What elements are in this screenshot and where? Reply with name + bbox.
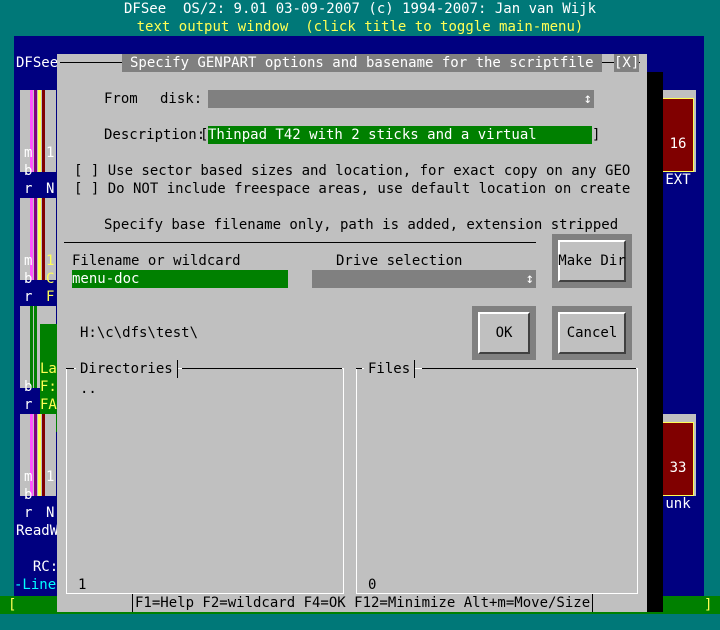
description-label: Description: bbox=[104, 127, 206, 143]
command-line-close-bracket: ] bbox=[704, 597, 713, 613]
partition-box-unk-inner: 33 unk bbox=[662, 422, 694, 512]
filename-input[interactable]: menu-doc bbox=[72, 270, 288, 288]
drive-select[interactable]: H: HDATA HPFS ↕ bbox=[312, 270, 536, 305]
make-dir-button[interactable]: Make Dir bbox=[552, 234, 632, 288]
drive-selection-label: Drive selection bbox=[336, 253, 463, 269]
line-label: -Line bbox=[14, 577, 57, 593]
ok-button-label: OK bbox=[478, 312, 530, 354]
separator-line bbox=[64, 242, 536, 243]
dialog-title[interactable]: Specify GENPART options and basename for… bbox=[122, 54, 602, 72]
output-label: DFSee bbox=[16, 55, 59, 71]
app-title[interactable]: DFSee OS/2: 9.01 03-09-2007 (c) 1994-200… bbox=[0, 0, 720, 18]
spinner-icon[interactable]: ↕ bbox=[526, 270, 534, 288]
files-label: Files bbox=[364, 360, 416, 378]
ok-button[interactable]: OK bbox=[472, 306, 536, 360]
directory-item[interactable]: .. bbox=[80, 380, 97, 398]
disk-label: disk: bbox=[160, 91, 203, 107]
basename-hint: Specify base filename only, path is adde… bbox=[104, 217, 619, 233]
spinner-icon[interactable]: ↕ bbox=[584, 90, 592, 108]
directories-count: 1 bbox=[78, 577, 87, 593]
description-close-bracket: ] bbox=[592, 127, 601, 143]
readw-label: ReadW bbox=[16, 523, 59, 539]
partition-box-ext-inner: 16 EXT bbox=[662, 98, 694, 188]
sector-based-checkbox[interactable]: [ ] Use sector based sizes and location,… bbox=[74, 162, 630, 180]
current-path: H:\c\dfs\test\ bbox=[80, 325, 199, 341]
files-frame-top bbox=[422, 368, 636, 369]
from-label: From bbox=[104, 91, 138, 107]
files-count: 0 bbox=[368, 577, 377, 593]
files-frame-tick bbox=[356, 368, 362, 369]
command-line-open-bracket: [ bbox=[8, 597, 17, 613]
directories-label: Directories bbox=[76, 360, 178, 378]
cancel-button[interactable]: Cancel bbox=[552, 306, 632, 360]
directories-list[interactable] bbox=[66, 368, 344, 594]
filename-label: Filename or wildcard bbox=[72, 253, 241, 269]
dialog-shadow bbox=[647, 72, 663, 612]
output-window-subtitle[interactable]: text output window (click title to toggl… bbox=[0, 18, 720, 36]
description-input[interactable]: Thinpad T42 with 2 sticks and a virtual bbox=[208, 126, 592, 144]
close-button[interactable]: [X] bbox=[614, 54, 640, 72]
make-dir-button-label: Make Dir bbox=[558, 240, 626, 282]
cancel-button-label: Cancel bbox=[558, 312, 626, 354]
directories-frame-top bbox=[182, 368, 342, 369]
key-help-statusbar: F1=Help F2=wildcard F4=OK F12=Minimize A… bbox=[132, 594, 594, 612]
no-freespace-checkbox[interactable]: [ ] Do NOT include freespace areas, use … bbox=[74, 180, 630, 198]
disk-select[interactable]: All disks listed ↕ bbox=[208, 90, 594, 125]
directories-frame-tick bbox=[66, 368, 74, 369]
files-list[interactable] bbox=[356, 368, 638, 594]
